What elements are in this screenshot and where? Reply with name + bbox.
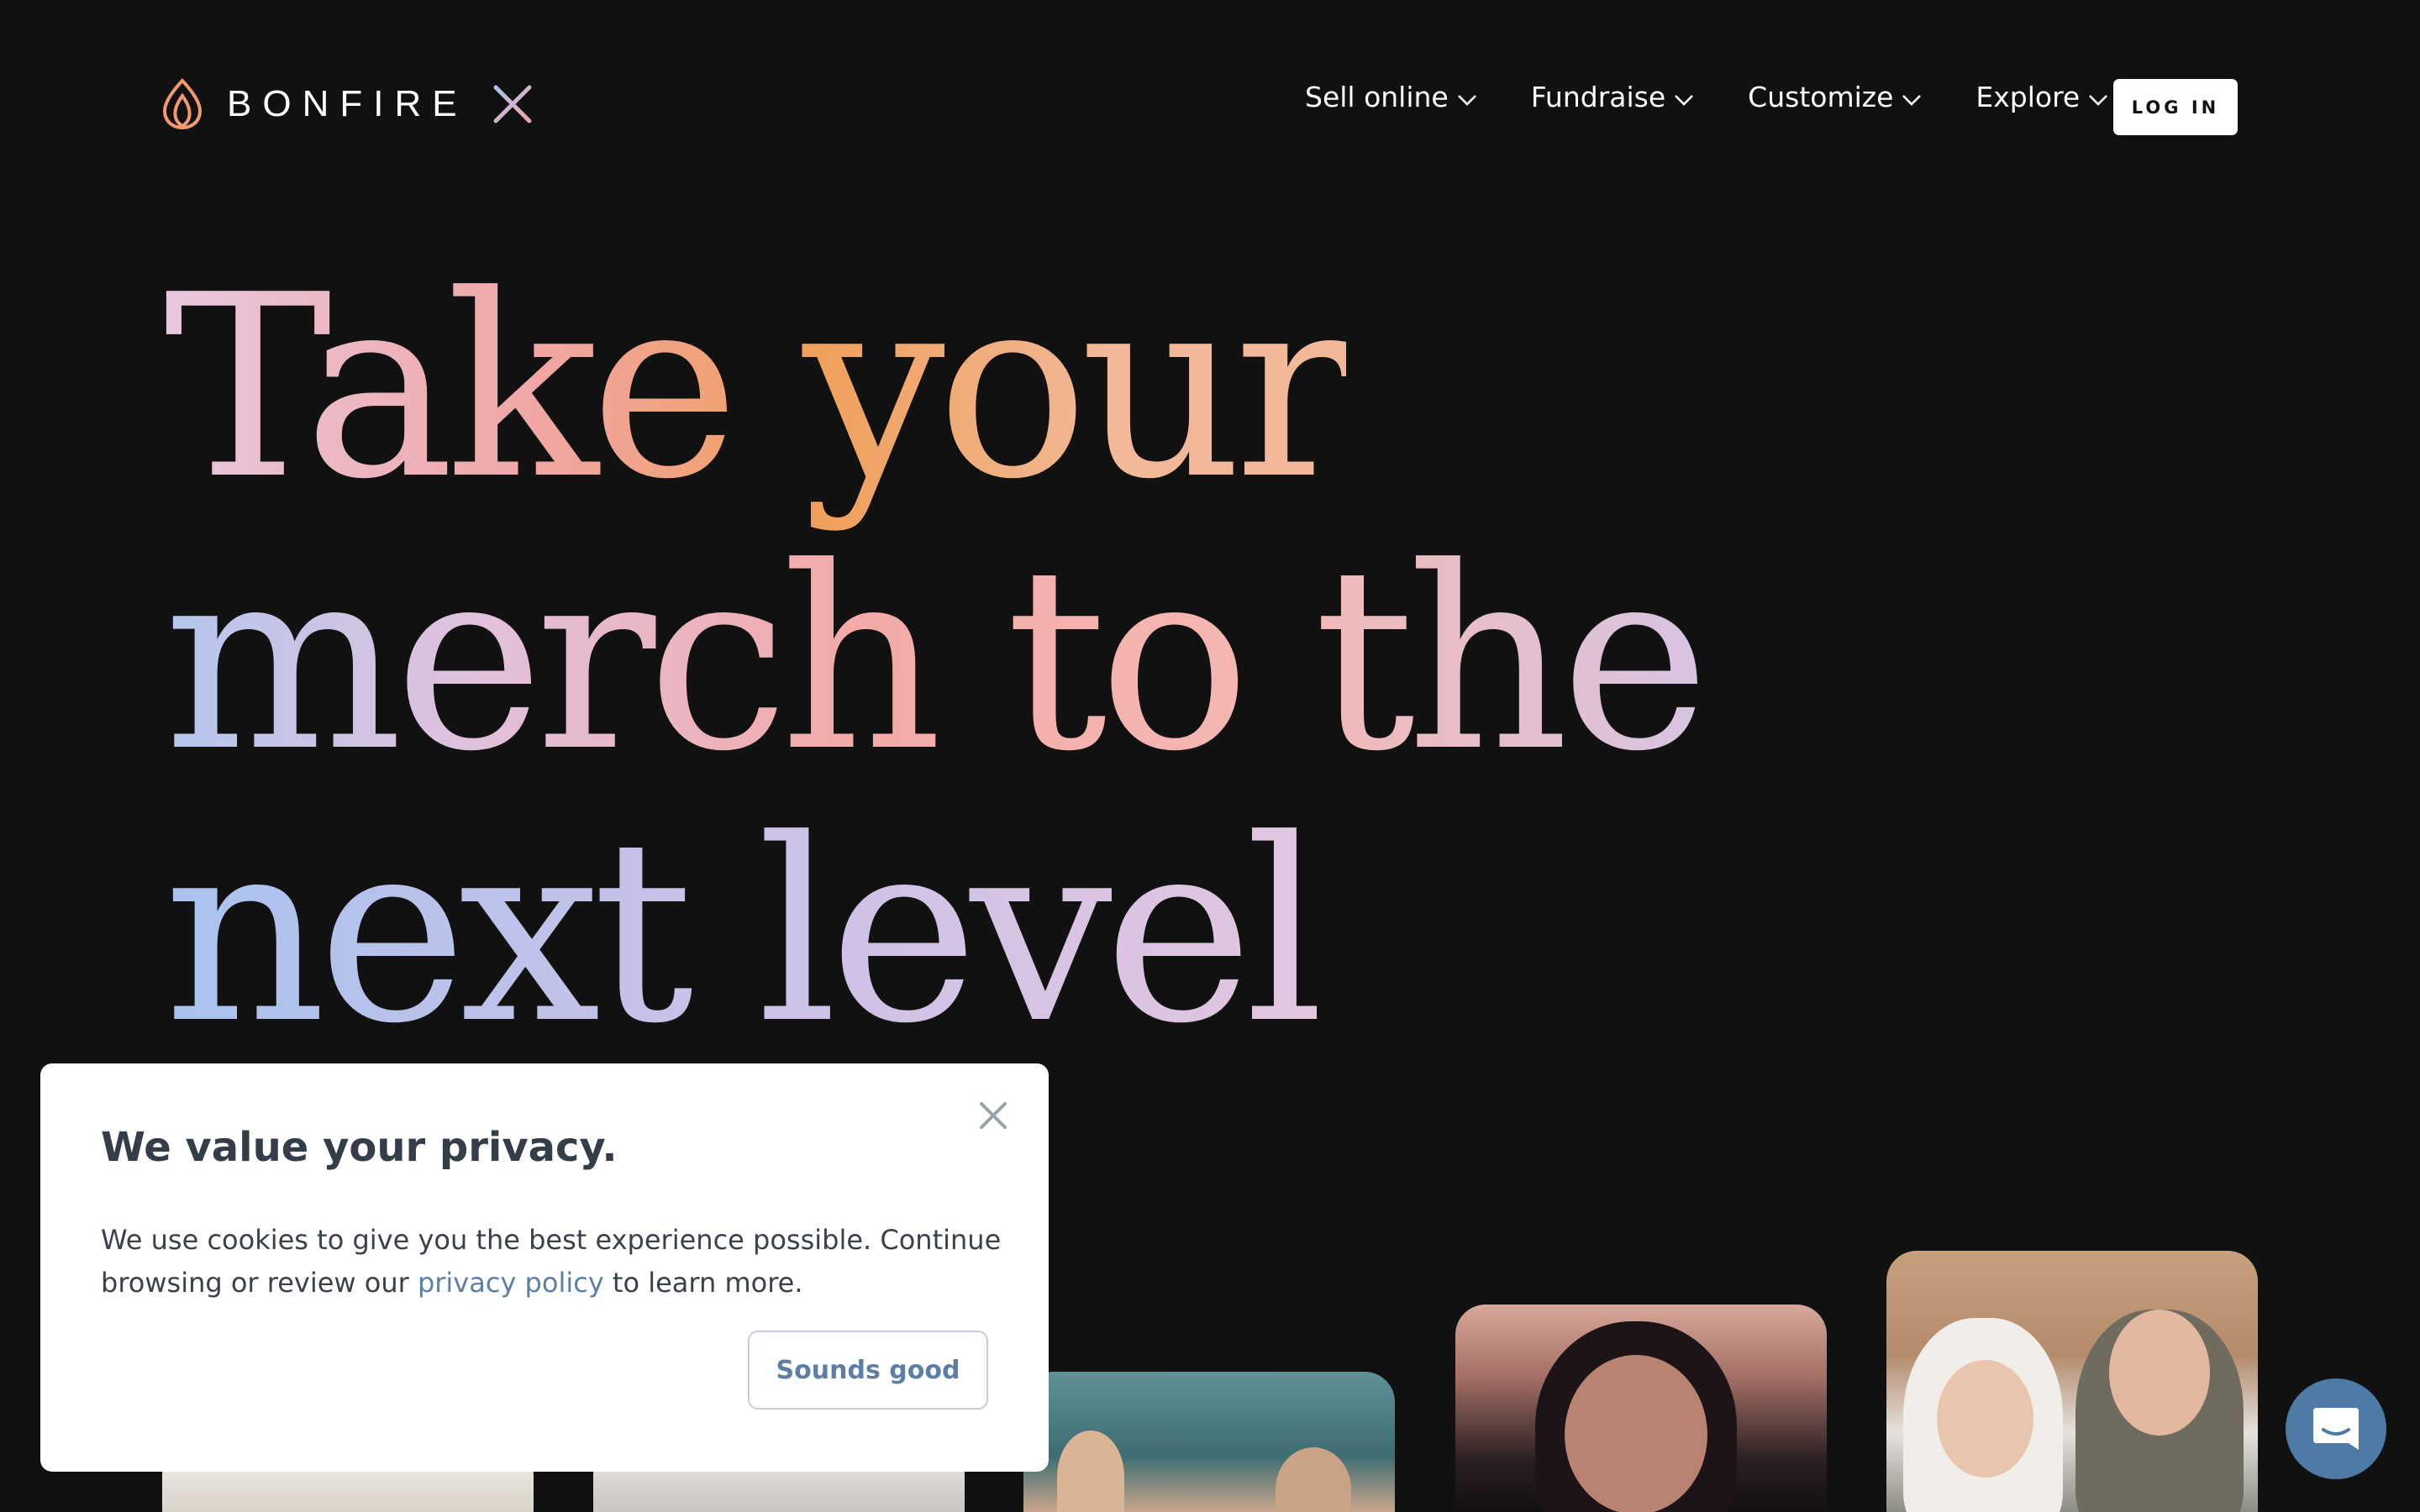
nav-explore[interactable]: Explore bbox=[1975, 81, 2108, 113]
photo-card-5 bbox=[1886, 1251, 2258, 1512]
chevron-down-icon bbox=[1457, 94, 1476, 106]
cookie-banner: We value your privacy. We use cookies to… bbox=[40, 1063, 1049, 1472]
nav-customize[interactable]: Customize bbox=[1748, 81, 1922, 113]
photo-card-3 bbox=[1023, 1372, 1395, 1512]
nav-label: Customize bbox=[1748, 81, 1894, 113]
close-icon[interactable] bbox=[975, 1097, 1012, 1134]
hero-line-3: next level bbox=[164, 785, 1325, 1079]
chevron-down-icon bbox=[1902, 94, 1922, 106]
login-button[interactable]: LOG IN bbox=[2113, 79, 2238, 135]
nav-label: Explore bbox=[1975, 81, 2081, 113]
nav-sell-online[interactable]: Sell online bbox=[1305, 81, 1477, 113]
cookie-message: We use cookies to give you the best expe… bbox=[101, 1224, 1002, 1299]
x-mark-icon bbox=[493, 85, 532, 123]
main-nav: Sell online Fundraise Customize Explore bbox=[1305, 81, 2108, 113]
hero-line-2: merch to the bbox=[164, 513, 1710, 806]
flame-leaf-icon bbox=[162, 78, 203, 130]
privacy-policy-link[interactable]: privacy policy bbox=[418, 1267, 604, 1299]
brand-name: BONFIRE bbox=[227, 83, 468, 124]
chevron-down-icon bbox=[2089, 94, 2108, 106]
chevron-down-icon bbox=[1675, 94, 1694, 106]
photo-card-4 bbox=[1455, 1305, 1827, 1512]
bonfire-logo[interactable]: BONFIRE bbox=[160, 77, 532, 131]
chat-icon bbox=[2313, 1408, 2359, 1450]
accept-cookies-button[interactable]: Sounds good bbox=[748, 1331, 988, 1410]
chat-launcher-button[interactable] bbox=[2286, 1378, 2386, 1479]
nav-label: Sell online bbox=[1305, 81, 1449, 113]
cookie-title: We value your privacy. bbox=[101, 1124, 618, 1171]
hero-headline: Take your merch to the next level bbox=[164, 252, 2096, 1068]
nav-label: Fundraise bbox=[1530, 81, 1666, 113]
nav-fundraise[interactable]: Fundraise bbox=[1531, 81, 1694, 113]
hero-line-1: Take your bbox=[164, 241, 1355, 534]
